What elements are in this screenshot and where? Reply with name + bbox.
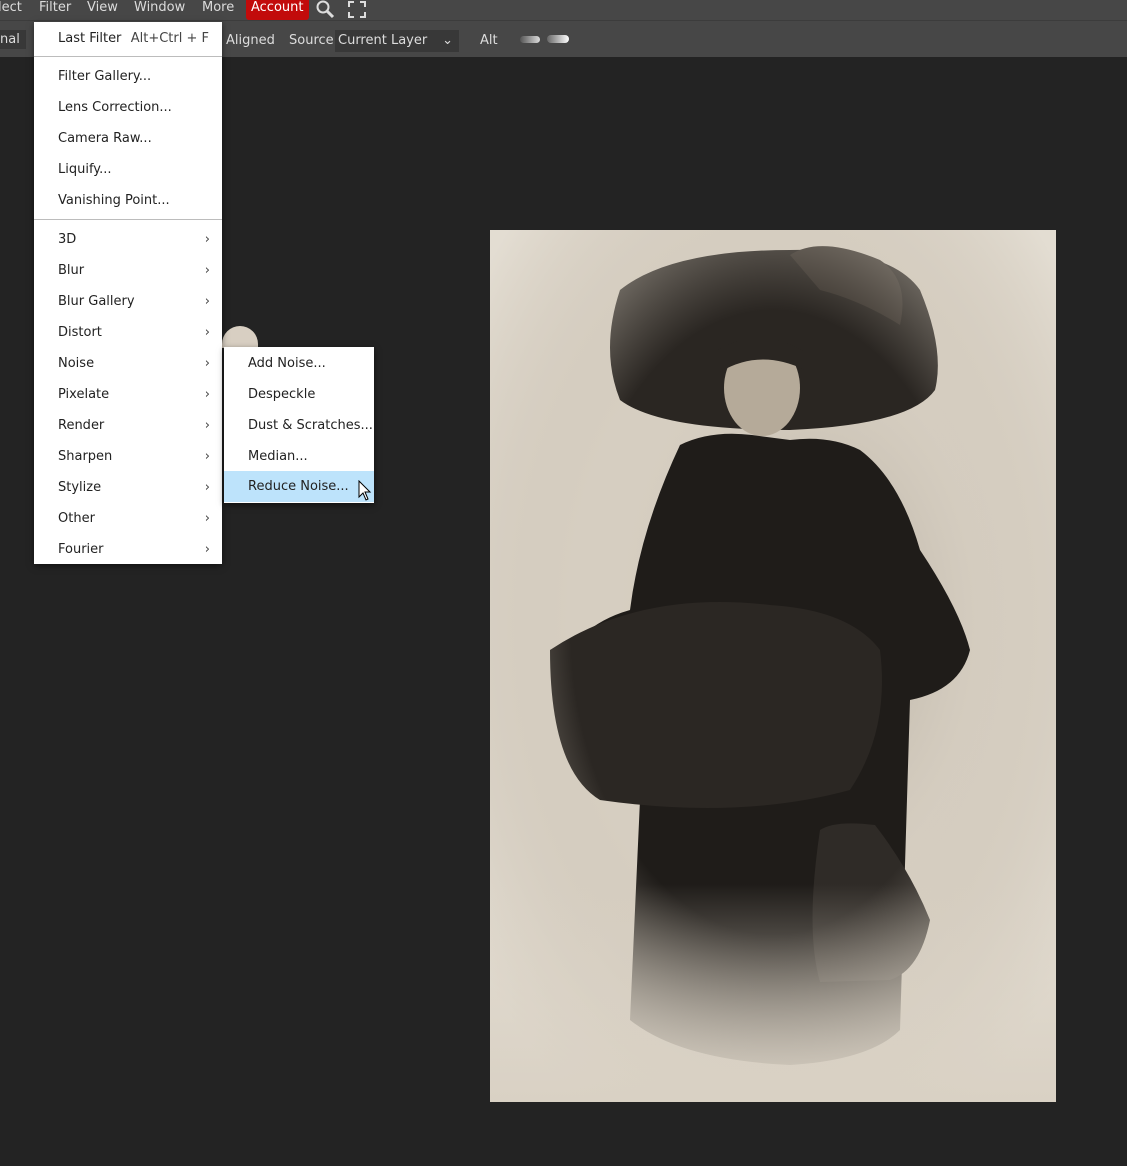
menu-item-filter-gallery[interactable]: Filter Gallery... bbox=[34, 61, 222, 92]
chevron-right-icon: › bbox=[204, 542, 210, 557]
chevron-down-icon: ⌄ bbox=[442, 33, 453, 48]
chevron-right-icon: › bbox=[204, 418, 210, 433]
account-button[interactable]: Account bbox=[246, 0, 309, 20]
search-icon[interactable] bbox=[314, 0, 336, 20]
menu-item-other[interactable]: Other › bbox=[34, 503, 222, 534]
filter-menu: Last Filter Alt+Ctrl + F Filter Gallery.… bbox=[34, 22, 222, 564]
menu-item-liquify[interactable]: Liquify... bbox=[34, 154, 222, 185]
menu-item-fourier[interactable]: Fourier › bbox=[34, 534, 222, 565]
shortcut-text: Alt+Ctrl + F bbox=[130, 31, 209, 46]
chevron-right-icon: › bbox=[204, 356, 210, 371]
source-select[interactable]: Current Layer ⌄ bbox=[335, 30, 459, 52]
chevron-right-icon: › bbox=[204, 387, 210, 402]
menu-item-reduce-noise[interactable]: Reduce Noise... bbox=[224, 471, 374, 502]
menu-item-3d[interactable]: 3D › bbox=[34, 224, 222, 255]
source-value: Current Layer bbox=[338, 33, 428, 48]
mode-select[interactable]: nal bbox=[0, 30, 26, 49]
photo-woman-in-hat bbox=[490, 230, 1056, 1102]
menu-item-render[interactable]: Render › bbox=[34, 410, 222, 441]
menu-item-sharpen[interactable]: Sharpen › bbox=[34, 441, 222, 472]
toggle-switch-2[interactable] bbox=[547, 35, 569, 43]
fullscreen-icon[interactable] bbox=[346, 0, 368, 20]
chevron-right-icon: › bbox=[204, 325, 210, 340]
menu-item-median[interactable]: Median... bbox=[224, 441, 374, 472]
chevron-right-icon: › bbox=[204, 480, 210, 495]
source-label: Source: bbox=[289, 33, 339, 48]
chevron-right-icon: › bbox=[204, 511, 210, 526]
menu-item-add-noise[interactable]: Add Noise... bbox=[224, 348, 374, 379]
mouse-pointer-icon bbox=[358, 479, 372, 506]
menu-item-blur-gallery[interactable]: Blur Gallery › bbox=[34, 286, 222, 317]
menu-item-despeckle[interactable]: Despeckle bbox=[224, 379, 374, 410]
menu-item-lens-correction[interactable]: Lens Correction... bbox=[34, 92, 222, 123]
chevron-right-icon: › bbox=[204, 449, 210, 464]
menu-item-vanishing-point[interactable]: Vanishing Point... bbox=[34, 185, 222, 216]
chevron-right-icon: › bbox=[204, 263, 210, 278]
menu-more[interactable]: More bbox=[202, 0, 244, 18]
menu-item-dust-scratches[interactable]: Dust & Scratches... bbox=[224, 410, 374, 441]
menu-window[interactable]: Window bbox=[134, 0, 195, 18]
document-canvas[interactable] bbox=[490, 230, 1056, 1102]
menu-item-blur[interactable]: Blur › bbox=[34, 255, 222, 286]
menu-divider bbox=[34, 56, 222, 57]
aligned-checkbox-label[interactable]: Aligned bbox=[226, 33, 275, 48]
menu-filter[interactable]: Filter bbox=[39, 0, 85, 18]
menu-view[interactable]: View bbox=[87, 0, 128, 18]
alt-label: Alt bbox=[480, 33, 498, 48]
toggle-switch-1[interactable] bbox=[520, 36, 540, 43]
menu-item-stylize[interactable]: Stylize › bbox=[34, 472, 222, 503]
menu-item-distort[interactable]: Distort › bbox=[34, 317, 222, 348]
menu-divider bbox=[34, 219, 222, 220]
chevron-right-icon: › bbox=[204, 294, 210, 309]
chevron-right-icon: › bbox=[204, 232, 210, 247]
menu-item-camera-raw[interactable]: Camera Raw... bbox=[34, 123, 222, 154]
brush-cursor-ring bbox=[222, 326, 258, 348]
menu-bar: lect Filter View Window More Account bbox=[0, 0, 1127, 20]
menu-item-pixelate[interactable]: Pixelate › bbox=[34, 379, 222, 410]
menu-item-noise[interactable]: Noise › bbox=[34, 348, 222, 379]
noise-submenu: Add Noise... Despeckle Dust & Scratches.… bbox=[224, 347, 374, 503]
menu-item-last-filter[interactable]: Last Filter Alt+Ctrl + F bbox=[34, 23, 222, 54]
